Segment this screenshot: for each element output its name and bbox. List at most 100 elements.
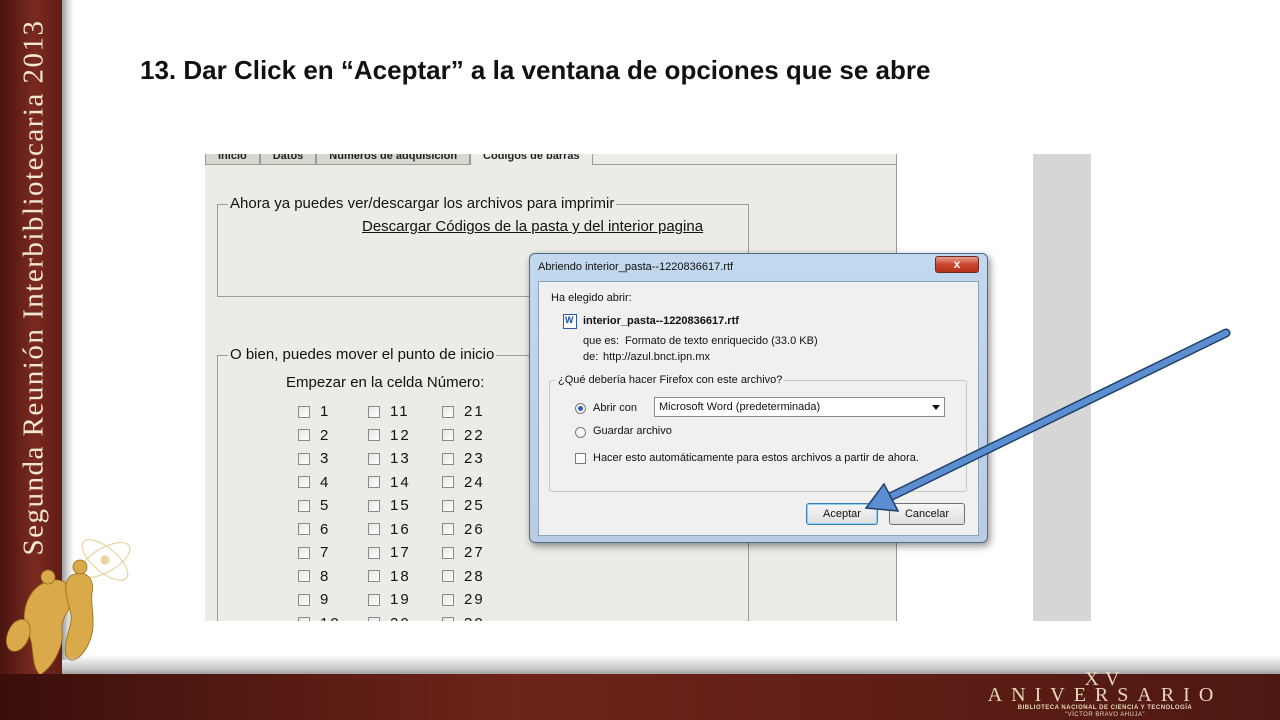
cell-option[interactable]: 25	[442, 497, 512, 514]
tab-datos[interactable]: Datos	[259, 154, 317, 164]
cell-number: 4	[320, 473, 331, 491]
cell-option[interactable]: 13	[368, 450, 442, 467]
word-document-icon	[563, 314, 577, 329]
cell-checkbox[interactable]	[442, 499, 454, 512]
cell-checkbox[interactable]	[368, 617, 380, 621]
cell-number: 27	[464, 544, 485, 562]
cell-option[interactable]: 10	[298, 615, 368, 621]
cell-option[interactable]: 14	[368, 474, 442, 491]
cell-checkbox[interactable]	[442, 570, 454, 583]
cell-option[interactable]: 15	[368, 497, 442, 514]
cell-number: 10	[320, 615, 341, 621]
open-with-label[interactable]: Abrir con	[593, 402, 637, 414]
open-with-radio[interactable]	[575, 403, 586, 414]
cell-option[interactable]: 4	[298, 474, 368, 491]
cell-checkbox[interactable]	[368, 546, 380, 559]
cell-option[interactable]: 2	[298, 427, 368, 444]
action-group: ¿Qué debería hacer Firefox con este arch…	[549, 374, 967, 492]
cell-checkbox[interactable]	[368, 476, 380, 489]
cell-row: 6 16 26	[298, 518, 518, 542]
cell-option[interactable]: 16	[368, 521, 442, 538]
cell-checkbox[interactable]	[298, 523, 310, 536]
cell-option[interactable]: 17	[368, 544, 442, 561]
cell-option[interactable]: 9	[298, 591, 368, 608]
cell-checkbox[interactable]	[442, 476, 454, 489]
slide-title: 13. Dar Click en “Aceptar” a la ventana …	[140, 55, 931, 85]
cell-option[interactable]: 27	[442, 544, 512, 561]
cell-option[interactable]: 21	[442, 403, 512, 420]
start-cell-label: Empezar en la celda Número:	[286, 374, 485, 391]
cell-number: 7	[320, 544, 331, 562]
cell-checkbox[interactable]	[298, 570, 310, 583]
cell-checkbox[interactable]	[368, 570, 380, 583]
cell-row: 5 15 25	[298, 494, 518, 518]
page-gray-margin	[1033, 154, 1091, 621]
file-source-value: http://azul.bnct.ipn.mx	[603, 351, 710, 363]
open-with-select[interactable]: Microsoft Word (predeterminada)	[654, 397, 945, 417]
cell-option[interactable]: 8	[298, 568, 368, 585]
cell-option[interactable]: 19	[368, 591, 442, 608]
cell-option[interactable]: 12	[368, 427, 442, 444]
cell-checkbox[interactable]	[298, 546, 310, 559]
cell-checkbox[interactable]	[442, 617, 454, 621]
cell-row: 9 19 29	[298, 588, 518, 612]
cell-row: 4 14 24	[298, 471, 518, 495]
cell-option[interactable]: 3	[298, 450, 368, 467]
open-file-dialog: Abriendo interior_pasta--1220836617.rtf …	[529, 253, 988, 543]
cell-checkbox[interactable]	[368, 452, 380, 465]
dialog-close-button[interactable]: x	[935, 256, 979, 273]
accept-button[interactable]: Aceptar	[806, 503, 878, 525]
cell-checkbox[interactable]	[298, 429, 310, 442]
cell-checkbox[interactable]	[368, 499, 380, 512]
cell-checkbox[interactable]	[442, 405, 454, 418]
cell-option[interactable]: 6	[298, 521, 368, 538]
download-barcodes-link[interactable]: Descargar Códigos de la pasta y del inte…	[362, 218, 703, 235]
cell-checkbox[interactable]	[368, 429, 380, 442]
cell-checkbox[interactable]	[298, 452, 310, 465]
cell-option[interactable]: 7	[298, 544, 368, 561]
cell-checkbox[interactable]	[298, 617, 310, 621]
cell-option[interactable]: 18	[368, 568, 442, 585]
cell-checkbox[interactable]	[442, 429, 454, 442]
cell-checkbox[interactable]	[298, 476, 310, 489]
cancel-button[interactable]: Cancelar	[889, 503, 965, 525]
cell-checkbox[interactable]	[442, 523, 454, 536]
cell-checkbox[interactable]	[368, 523, 380, 536]
cell-checkbox[interactable]	[442, 593, 454, 606]
cell-number: 1	[320, 403, 331, 421]
cell-checkbox[interactable]	[442, 452, 454, 465]
action-question: ¿Qué debería hacer Firefox con este arch…	[556, 374, 785, 386]
auto-action-label[interactable]: Hacer esto automáticamente para estos ar…	[593, 452, 919, 464]
cell-number: 19	[390, 591, 411, 609]
cell-checkbox[interactable]	[298, 405, 310, 418]
cell-number: 3	[320, 450, 331, 468]
cell-option[interactable]: 26	[442, 521, 512, 538]
save-file-radio[interactable]	[575, 427, 586, 438]
save-file-label[interactable]: Guardar archivo	[593, 425, 672, 437]
tab-codigos-barras[interactable]: Códigos de barras	[470, 154, 593, 165]
cell-checkbox[interactable]	[298, 499, 310, 512]
cell-option[interactable]: 1	[298, 403, 368, 420]
cell-row: 8 18 28	[298, 565, 518, 589]
cell-option[interactable]: 23	[442, 450, 512, 467]
cell-option[interactable]: 28	[442, 568, 512, 585]
tab-inicio[interactable]: Inicio	[205, 154, 260, 164]
cell-number: 2	[320, 426, 331, 444]
tab-numeros-adquisicion[interactable]: Números de adquisición	[316, 154, 471, 164]
cell-checkbox[interactable]	[442, 546, 454, 559]
cell-option[interactable]: 20	[368, 615, 442, 621]
cell-number: 23	[464, 450, 485, 468]
dialog-title: Abriendo interior_pasta--1220836617.rtf	[538, 261, 734, 273]
cell-option[interactable]: 11	[368, 403, 442, 420]
auto-action-checkbox[interactable]	[575, 453, 586, 464]
cell-option[interactable]: 29	[442, 591, 512, 608]
cell-number: 5	[320, 497, 331, 515]
cell-checkbox[interactable]	[298, 593, 310, 606]
cell-option[interactable]: 24	[442, 474, 512, 491]
cell-checkbox[interactable]	[368, 405, 380, 418]
cell-checkbox[interactable]	[368, 593, 380, 606]
cell-number: 14	[390, 473, 411, 491]
cell-option[interactable]: 5	[298, 497, 368, 514]
cell-option[interactable]: 22	[442, 427, 512, 444]
cell-option[interactable]: 30	[442, 615, 512, 621]
